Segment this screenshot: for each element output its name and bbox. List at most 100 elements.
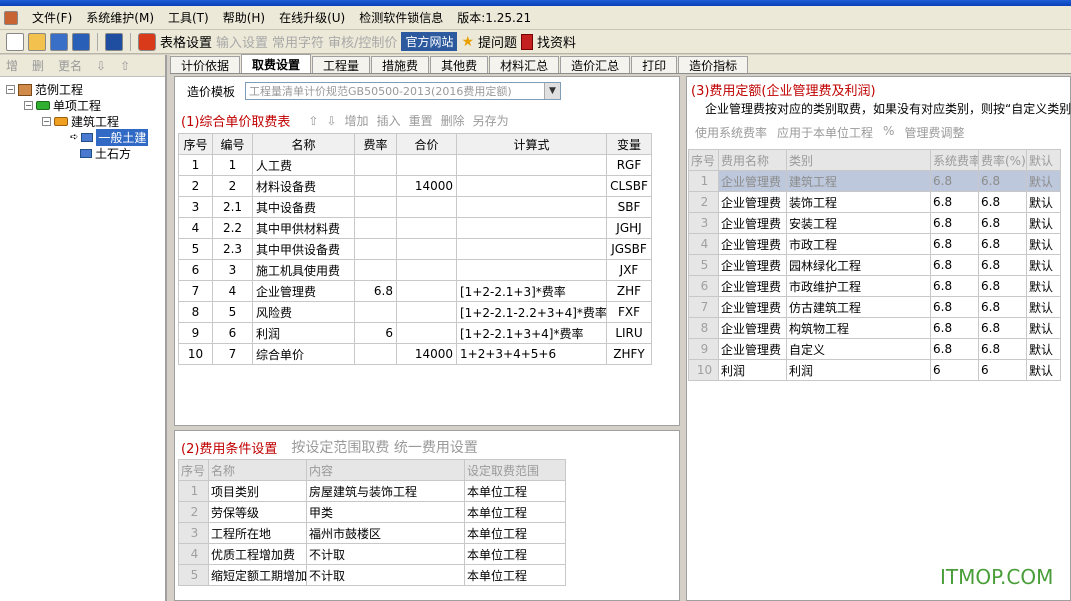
table-cell[interactable]: 6.8 [930, 275, 979, 297]
table-cell[interactable]: 企业管理费 [718, 317, 787, 339]
table-cell[interactable]: 默认 [1026, 191, 1061, 213]
table-cell[interactable]: 默认 [1026, 254, 1061, 276]
table-cell[interactable]: 6.8 [930, 191, 979, 213]
tree-move-up-button[interactable]: ⇧ [120, 59, 130, 73]
tree-delete-button[interactable]: 删 [32, 57, 44, 74]
table-cell[interactable]: LIRU [606, 322, 652, 344]
table-row[interactable]: 6 3 施工机具使用费 JXF [178, 259, 652, 281]
table-cell[interactable]: 7 [178, 280, 213, 302]
table-cell[interactable]: 4 [688, 233, 719, 255]
tree-node-building[interactable]: − 建筑工程 [42, 113, 119, 130]
table-cell[interactable]: 5 [178, 564, 209, 586]
table-cell[interactable]: 装饰工程 [786, 191, 931, 213]
tab-measures[interactable]: 措施费 [371, 56, 430, 73]
table-row[interactable]: 7 4 企业管理费 6.8 [1+2-2.1+3]*费率 ZHF [178, 280, 652, 302]
table-cell[interactable]: 3 [178, 196, 213, 218]
table-cell[interactable]: RGF [606, 154, 652, 176]
monitor-icon[interactable] [105, 32, 123, 51]
table-cell[interactable]: JGHJ [606, 217, 652, 239]
table-row[interactable]: 4 企业管理费 市政工程 6.8 6.8 默认 [688, 233, 1061, 255]
input-settings-button[interactable]: 输入设置 [216, 32, 268, 51]
reset-button[interactable]: 重置 [409, 112, 433, 129]
table-cell[interactable] [396, 301, 457, 323]
table-cell[interactable]: 劳保等级 [208, 501, 307, 523]
table-cell[interactable]: 7 [688, 296, 719, 318]
table-cell[interactable] [396, 196, 457, 218]
table-cell[interactable]: 6.8 [978, 338, 1027, 360]
table-cell[interactable]: 企业管理费 [718, 233, 787, 255]
common-chars-button[interactable]: 常用字符 [272, 32, 324, 51]
save-icon[interactable] [50, 32, 68, 51]
table-cell[interactable]: 综合单价 [252, 343, 355, 365]
table-cell[interactable] [396, 238, 457, 260]
table-cell[interactable]: 8 [178, 301, 213, 323]
menu-file[interactable]: 文件(F) [32, 9, 72, 26]
table-cell[interactable]: 建筑工程 [786, 170, 931, 192]
audit-control-button[interactable]: 审核/控制价 [328, 32, 397, 51]
table-row[interactable]: 4 2.2 其中甲供材料费 JGHJ [178, 217, 652, 239]
table-cell[interactable] [456, 196, 607, 218]
delete-button[interactable]: 删除 [441, 112, 465, 129]
table-cell[interactable]: 6.8 [930, 296, 979, 318]
table-row[interactable]: 6 企业管理费 市政维护工程 6.8 6.8 默认 [688, 275, 1061, 297]
table-row[interactable]: 7 企业管理费 仿古建筑工程 6.8 6.8 默认 [688, 296, 1061, 318]
table-cell[interactable]: 2 [178, 501, 209, 523]
table-cell[interactable]: 默认 [1026, 317, 1061, 339]
table-cell[interactable]: 6.8 [930, 254, 979, 276]
table-cell[interactable] [456, 154, 607, 176]
tab-cost-summary[interactable]: 造价汇总 [560, 56, 631, 73]
official-site-button[interactable]: 官方网站 [401, 32, 458, 51]
table-cell[interactable]: JXF [606, 259, 652, 281]
apply-to-unit-button[interactable]: 应用于本单位工程 [777, 124, 873, 141]
table-cell[interactable]: 6 [688, 275, 719, 297]
table-cell[interactable]: SBF [606, 196, 652, 218]
insert-button[interactable]: 插入 [377, 112, 401, 129]
table-cell[interactable]: 5 [212, 301, 253, 323]
table-cell[interactable] [354, 238, 397, 260]
table-cell[interactable]: 甲类 [306, 501, 465, 523]
tree-add-button[interactable]: 增 [6, 57, 18, 74]
collapse-icon[interactable]: − [42, 117, 51, 126]
table-cell[interactable]: 企业管理费 [718, 275, 787, 297]
table-cell[interactable]: 人工费 [252, 154, 355, 176]
table-cell[interactable]: 默认 [1026, 296, 1061, 318]
table-cell[interactable]: 6 [978, 359, 1027, 381]
table-row[interactable]: 2 企业管理费 装饰工程 6.8 6.8 默认 [688, 191, 1061, 213]
table-cell[interactable] [354, 217, 397, 239]
table-cell[interactable]: FXF [606, 301, 652, 323]
table-cell[interactable] [396, 259, 457, 281]
menu-check-lock[interactable]: 检测软件锁信息 [359, 9, 443, 26]
tab-pricing-basis[interactable]: 计价依据 [170, 56, 241, 73]
table-cell[interactable]: 本单位工程 [464, 501, 566, 523]
table-cell[interactable]: 6.8 [978, 275, 1027, 297]
table-cell[interactable]: 6.8 [930, 170, 979, 192]
tab-cost-index[interactable]: 造价指标 [678, 56, 749, 73]
table-row[interactable]: 4 优质工程增加费 不计取 本单位工程 [178, 543, 566, 565]
table-cell[interactable] [456, 175, 607, 197]
table-cell[interactable]: 6 [178, 259, 213, 281]
menu-tools[interactable]: 工具(T) [168, 9, 209, 26]
table-row[interactable]: 8 5 风险费 [1+2-2.1-2.2+3+4]*费率 FXF [178, 301, 652, 323]
table-cell[interactable] [354, 343, 397, 365]
table-cell[interactable]: [1+2-2.1+3]*费率 [456, 280, 607, 302]
table-cell[interactable]: 默认 [1026, 233, 1061, 255]
move-down-button[interactable]: ⇩ [326, 114, 336, 128]
conditions-actions[interactable]: 按设定范围取费 统一费用设置 [291, 437, 477, 457]
open-folder-icon[interactable] [28, 32, 46, 51]
table-cell[interactable]: 本单位工程 [464, 480, 566, 502]
move-up-button[interactable]: ⇧ [308, 114, 318, 128]
table-cell[interactable]: 房屋建筑与装饰工程 [306, 480, 465, 502]
table-row[interactable]: 2 劳保等级 甲类 本单位工程 [178, 501, 566, 523]
table-cell[interactable]: 10 [178, 343, 213, 365]
table-cell[interactable] [396, 322, 457, 344]
save-as-button[interactable]: 另存为 [473, 112, 509, 129]
table-cell[interactable]: 6 [212, 322, 253, 344]
table-cell[interactable]: 默认 [1026, 275, 1061, 297]
table-cell[interactable]: 6.8 [930, 338, 979, 360]
collapse-icon[interactable]: − [24, 101, 33, 110]
table-cell[interactable]: 6.8 [978, 191, 1027, 213]
table-cell[interactable]: [1+2-2.1+3+4]*费率 [456, 322, 607, 344]
tree-node-root[interactable]: − 范例工程 [6, 81, 83, 98]
table-cell[interactable] [456, 238, 607, 260]
table-row[interactable]: 9 企业管理费 自定义 6.8 6.8 默认 [688, 338, 1061, 360]
